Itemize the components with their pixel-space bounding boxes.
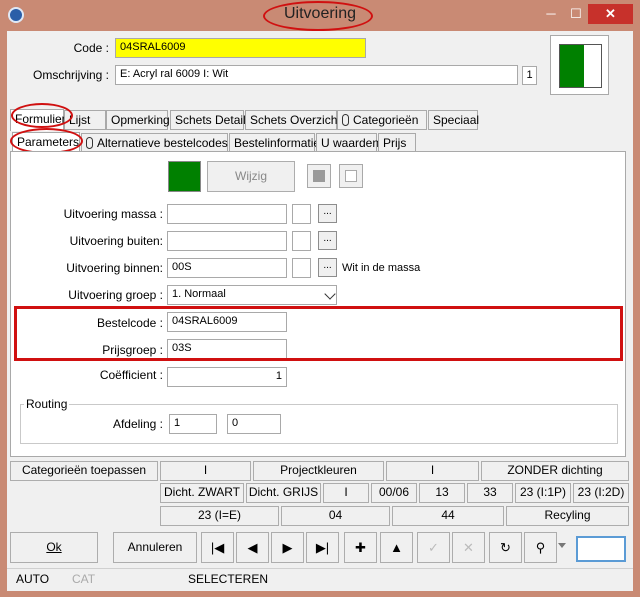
category-button[interactable]: 00/06 bbox=[371, 483, 417, 503]
coefficient-field[interactable]: 1 bbox=[167, 367, 287, 387]
subtab-alternatieve-label: Alternatieve bestelcodes bbox=[97, 136, 228, 150]
afdeling-field-2[interactable]: 0 bbox=[227, 414, 281, 434]
up-arrow-icon[interactable]: ▲ bbox=[380, 532, 413, 563]
title-bar: Uitvoering ─ ☐ ✕ bbox=[0, 0, 640, 31]
uitvoering-buiten-label: Uitvoering buiten: bbox=[69, 234, 163, 248]
uitvoering-binnen-label: Uitvoering binnen: bbox=[66, 261, 163, 275]
category-button[interactable]: I bbox=[386, 461, 479, 481]
subtab-u-waarden[interactable]: U waarden bbox=[316, 133, 379, 153]
category-button[interactable]: ZONDER dichting bbox=[481, 461, 629, 481]
subtab-prijs[interactable]: Prijs bbox=[378, 133, 416, 153]
status-auto: AUTO bbox=[16, 572, 50, 586]
category-button[interactable]: 13 bbox=[419, 483, 465, 503]
category-button[interactable]: Dicht. ZWART bbox=[160, 483, 244, 503]
category-button[interactable]: 23 (I=E) bbox=[160, 506, 279, 526]
afdeling-field-1[interactable]: 1 bbox=[169, 414, 217, 434]
subtab-bestelinformatie[interactable]: Bestelinformatie bbox=[229, 133, 320, 153]
status-cat: CAT bbox=[72, 572, 96, 586]
refresh-icon[interactable]: ↻ bbox=[489, 532, 522, 563]
uitvoering-groep-value: 1. Normaal bbox=[172, 288, 226, 300]
tab-categorieen[interactable]: Categorieën bbox=[337, 110, 427, 130]
white-swatch-button[interactable] bbox=[339, 164, 363, 188]
uitvoering-binnen-browse-button[interactable]: ... bbox=[318, 258, 337, 277]
category-button[interactable]: 23 (I:2D) bbox=[573, 483, 629, 503]
confirm-icon[interactable]: ✓ bbox=[417, 532, 450, 563]
category-button[interactable]: 04 bbox=[281, 506, 390, 526]
status-mode: SELECTEREN bbox=[188, 572, 269, 586]
client-area: Code : 04SRAL6009 Omschrijving : E: Acry… bbox=[7, 31, 633, 591]
uitvoering-massa-field[interactable] bbox=[167, 204, 287, 224]
uitvoering-buiten-field[interactable] bbox=[167, 231, 287, 251]
highlight-rectangle bbox=[14, 306, 623, 361]
category-button[interactable]: Projectkleuren bbox=[253, 461, 384, 481]
category-button[interactable]: Recyling bbox=[506, 506, 629, 526]
previous-record-icon[interactable]: ◀ bbox=[236, 532, 269, 563]
tab-speciaal[interactable]: Speciaal bbox=[428, 110, 479, 130]
chevron-down-icon bbox=[324, 288, 336, 300]
category-button[interactable]: 44 bbox=[392, 506, 504, 526]
parameters-panel: Wijzig Uitvoering massa : ... Uitvoering… bbox=[10, 151, 626, 457]
uitvoering-massa-label: Uitvoering massa : bbox=[63, 207, 163, 221]
uitvoering-buiten-swatch[interactable] bbox=[292, 231, 311, 251]
first-record-icon[interactable]: |◀ bbox=[201, 532, 234, 563]
uitvoering-binnen-note: Wit in de massa bbox=[342, 262, 421, 274]
category-button[interactable]: 33 bbox=[467, 483, 513, 503]
code-field[interactable]: 04SRAL6009 bbox=[115, 38, 366, 58]
tab-opmerking[interactable]: Opmerking bbox=[106, 110, 170, 130]
status-bar: AUTO CAT SELECTEREN bbox=[7, 568, 633, 591]
coefficient-label: Coëfficient : bbox=[99, 368, 163, 382]
add-record-icon[interactable]: ✚ bbox=[344, 532, 377, 563]
uitvoering-groep-select[interactable]: 1. Normaal bbox=[167, 285, 337, 305]
ok-button[interactable]: Ok bbox=[10, 532, 98, 563]
categorieen-toepassen-button[interactable]: Categorieën toepassen bbox=[10, 461, 158, 481]
color-button[interactable] bbox=[168, 161, 201, 192]
color-preview bbox=[550, 35, 609, 95]
formulier-highlight-oval bbox=[11, 103, 73, 128]
annuleren-button[interactable]: Annuleren bbox=[113, 532, 197, 563]
tab-categorieen-label: Categorieën bbox=[353, 113, 419, 127]
uitvoering-groep-label: Uitvoering groep : bbox=[68, 288, 163, 302]
close-icon[interactable]: ✕ bbox=[588, 4, 633, 24]
tab-schets-detail[interactable]: Schets Detail bbox=[170, 110, 246, 130]
count-field: 1 bbox=[522, 66, 537, 85]
title-highlight-oval bbox=[263, 1, 373, 31]
gray-swatch-button[interactable] bbox=[307, 164, 331, 188]
cancel-edit-icon[interactable]: ✕ bbox=[452, 532, 485, 563]
afdeling-label: Afdeling : bbox=[112, 417, 163, 431]
binoculars-search-icon[interactable]: ⚲ bbox=[524, 532, 557, 563]
tab-schets-overzicht[interactable]: Schets Overzicht bbox=[245, 110, 341, 130]
search-input[interactable] bbox=[576, 536, 626, 562]
window: Uitvoering ─ ☐ ✕ Code : 04SRAL6009 Omsch… bbox=[0, 0, 640, 597]
maximize-icon[interactable]: ☐ bbox=[566, 4, 586, 24]
paperclip-icon bbox=[342, 114, 349, 126]
color-swatch bbox=[560, 45, 584, 87]
omschrijving-field[interactable]: E: Acryl ral 6009 I: Wit bbox=[115, 65, 518, 85]
routing-label: Routing bbox=[24, 397, 70, 411]
last-record-icon[interactable]: ▶| bbox=[306, 532, 339, 563]
uitvoering-binnen-field[interactable]: 00S bbox=[167, 258, 287, 278]
search-dropdown-icon[interactable] bbox=[558, 543, 566, 548]
uitvoering-binnen-swatch[interactable] bbox=[292, 258, 311, 278]
paperclip-icon bbox=[86, 137, 93, 149]
category-button[interactable]: I bbox=[160, 461, 251, 481]
wijzig-button[interactable]: Wijzig bbox=[207, 161, 295, 192]
uitvoering-massa-swatch[interactable] bbox=[292, 204, 311, 224]
uitvoering-buiten-browse-button[interactable]: ... bbox=[318, 231, 337, 250]
app-icon bbox=[8, 7, 24, 23]
uitvoering-massa-browse-button[interactable]: ... bbox=[318, 204, 337, 223]
category-button[interactable]: I bbox=[323, 483, 369, 503]
minimize-icon[interactable]: ─ bbox=[541, 4, 561, 24]
next-record-icon[interactable]: ▶ bbox=[271, 532, 304, 563]
category-button[interactable]: 23 (I:1P) bbox=[515, 483, 571, 503]
omschrijving-label: Omschrijving : bbox=[32, 68, 109, 82]
subtab-alternatieve-bestelcodes[interactable]: Alternatieve bestelcodes bbox=[81, 133, 228, 153]
category-button[interactable]: Dicht. GRIJS bbox=[246, 483, 321, 503]
code-label: Code : bbox=[73, 41, 109, 55]
